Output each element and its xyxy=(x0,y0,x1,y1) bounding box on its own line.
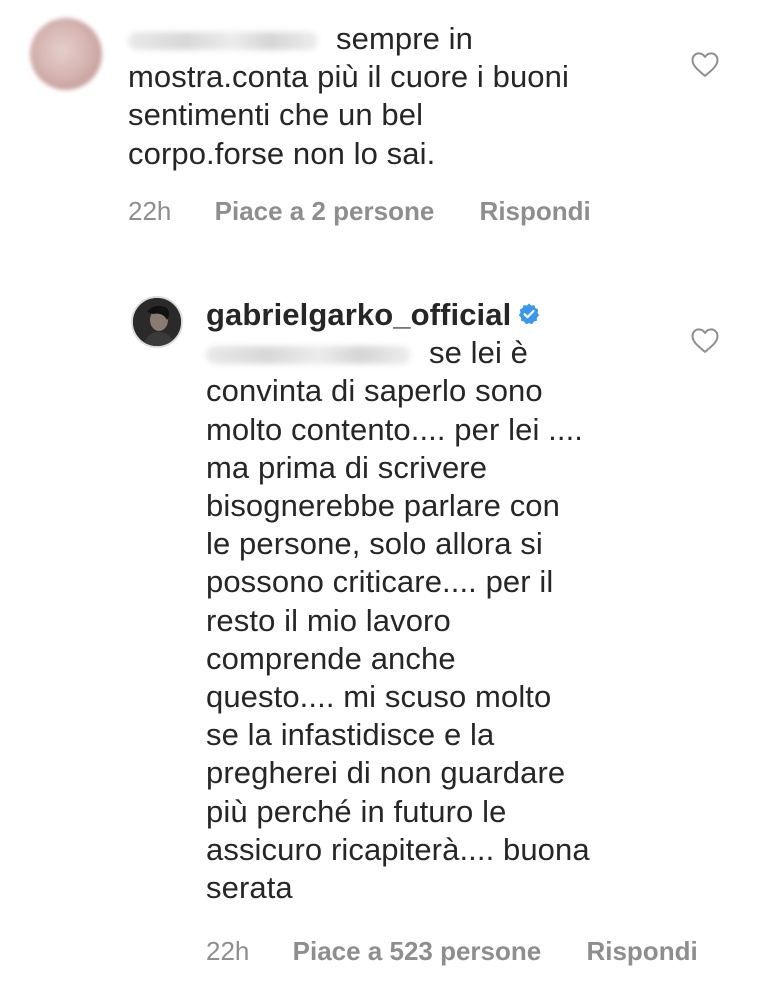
comment-1-line-2: mostra.conta più il cuore i buoni xyxy=(128,59,569,95)
comment-2-line-3: molto contento.... per lei .... xyxy=(206,411,584,447)
comment-2-line-2: convinta di saperlo sono xyxy=(206,373,543,409)
comment-timestamp: 22h xyxy=(128,196,172,226)
comment-2-line-10: questo.... mi scuso molto xyxy=(206,679,552,715)
heart-outline-icon[interactable] xyxy=(690,326,720,354)
comment-2-line-4: ma prima di scrivere xyxy=(206,449,488,485)
comment-2-text: gabrielgarko_official se lei è convinta … xyxy=(206,296,590,907)
comment-2-line-1: se lei è xyxy=(429,335,529,371)
comment-1-meta: 22h Piace a 2 persone Rispondi xyxy=(128,196,591,227)
comment-1-line-4: corpo.forse non lo sai. xyxy=(128,135,436,171)
comment-2-line-9: comprende anche xyxy=(206,640,456,676)
comment-2-line-11: se la infastidisce e la xyxy=(206,717,495,753)
comment-1-line-1: sempre in xyxy=(336,21,474,56)
reply-button[interactable]: Rispondi xyxy=(480,196,591,226)
comment-timestamp: 22h xyxy=(206,936,250,966)
verified-badge-icon xyxy=(519,303,540,325)
comment-2-line-14: assicuro ricapiterà.... buona xyxy=(206,831,590,867)
avatar[interactable] xyxy=(131,296,183,348)
comment-1-line-3: sentimenti che un bel xyxy=(128,97,424,133)
profile-photo-icon xyxy=(133,298,181,346)
comment-2-line-6: le persone, solo allora si xyxy=(206,526,543,562)
heart-outline-icon[interactable] xyxy=(690,50,720,78)
hidden-mention xyxy=(206,346,411,365)
comment-1-text: sempre in mostra.conta più il cuore i bu… xyxy=(128,20,569,173)
comment-2-line-7: possono criticare.... per il xyxy=(206,564,554,600)
likes-count-link[interactable]: Piace a 2 persone xyxy=(215,196,435,226)
commenter-avatar[interactable] xyxy=(30,18,102,90)
comment-2-line-8: resto il mio lavoro xyxy=(206,602,451,638)
username-link[interactable]: gabrielgarko_official xyxy=(206,297,511,332)
likes-count-link[interactable]: Piace a 523 persone xyxy=(293,936,542,966)
reply-button[interactable]: Rispondi xyxy=(586,936,697,966)
comment-2-line-13: più perché in futuro le xyxy=(206,793,507,829)
comment-2-meta: 22h Piace a 523 persone Rispondi xyxy=(206,936,698,967)
comment-2-line-15: serata xyxy=(206,870,293,906)
comment-2-line-12: pregherei di non guardare xyxy=(206,755,566,791)
comment-2-line-5: bisognerebbe parlare con xyxy=(206,488,560,524)
hidden-mention xyxy=(128,31,318,50)
